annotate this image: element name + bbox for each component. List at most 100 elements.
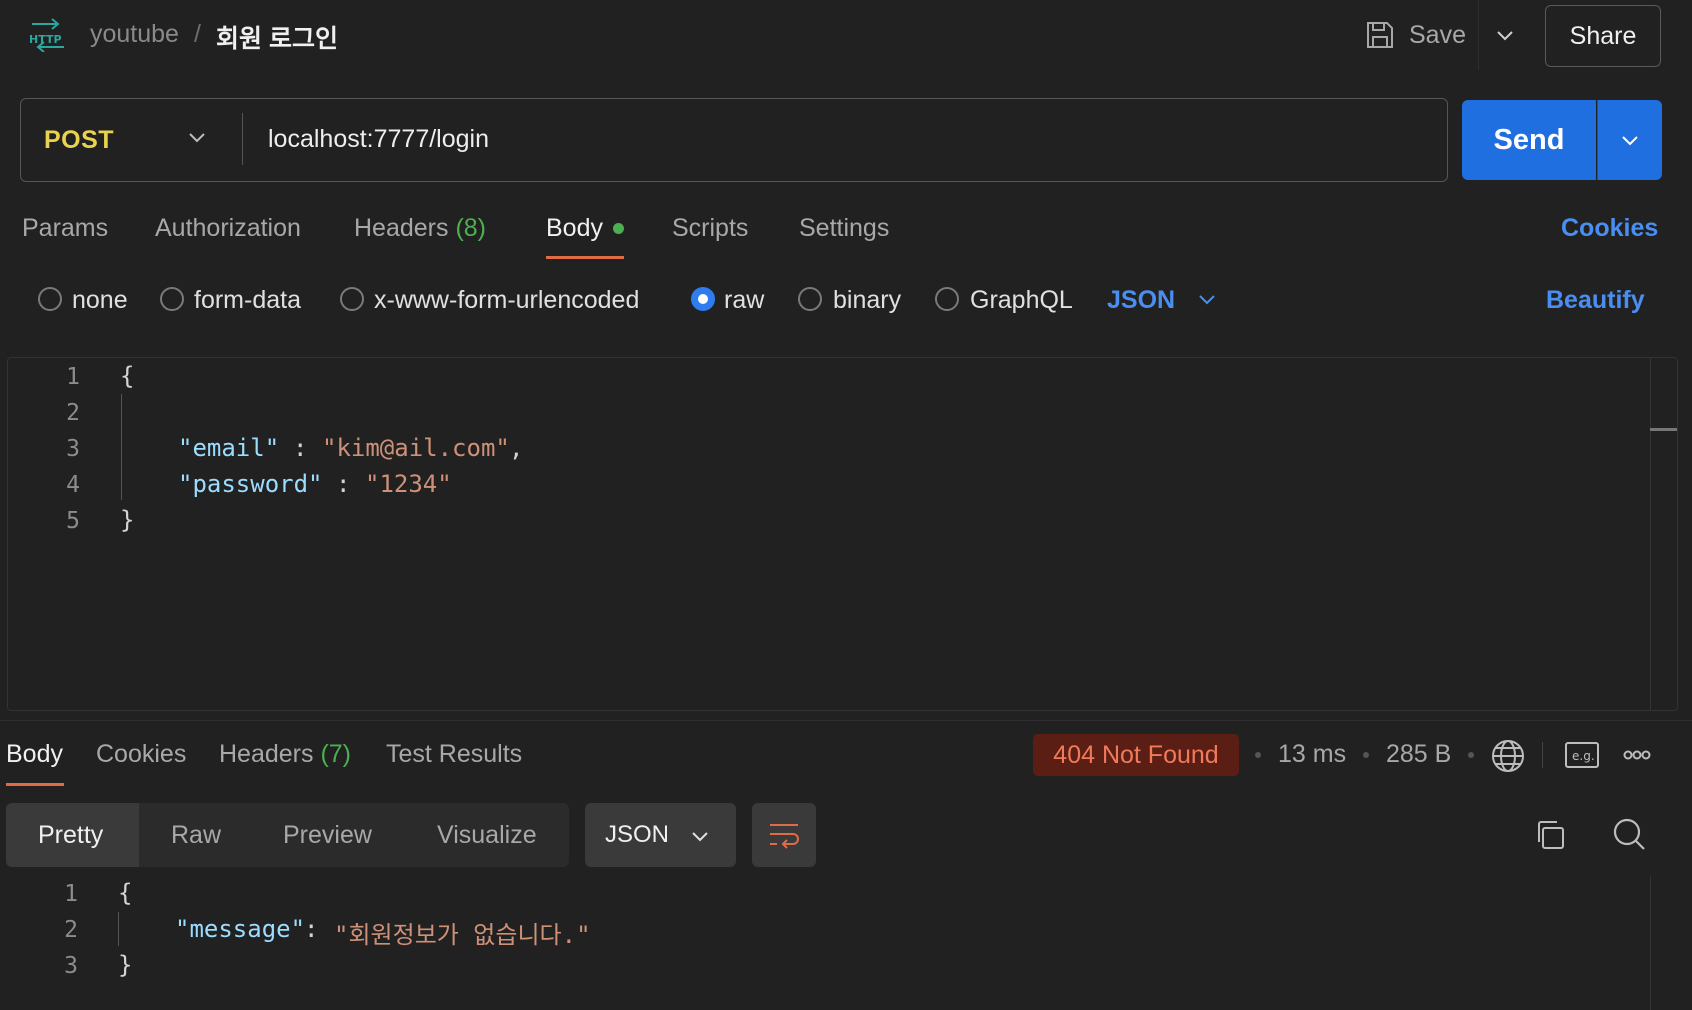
status-badge[interactable]: 404 Not Found xyxy=(1033,734,1239,776)
code-close-brace: } xyxy=(120,506,135,534)
send-options-button[interactable] xyxy=(1597,100,1662,180)
active-tab-indicator xyxy=(6,783,64,786)
tab-body[interactable]: Body xyxy=(546,214,603,243)
line-number: 1 xyxy=(64,881,78,907)
radio-form-data[interactable] xyxy=(160,287,184,311)
radio-urlencoded[interactable] xyxy=(340,287,364,311)
share-button[interactable]: Share xyxy=(1545,5,1661,67)
breadcrumb-collection[interactable]: youtube xyxy=(90,20,179,49)
response-headers-count: (7) xyxy=(320,740,352,768)
response-tab-body[interactable]: Body xyxy=(6,740,63,769)
tab-params[interactable]: Params xyxy=(22,214,108,243)
code-colon: : xyxy=(293,434,308,462)
body-modified-indicator xyxy=(613,223,624,234)
line-number: 3 xyxy=(66,436,80,462)
view-pretty[interactable]: Pretty xyxy=(38,821,103,850)
tab-settings[interactable]: Settings xyxy=(799,214,889,243)
code-open-brace: { xyxy=(120,362,135,390)
response-close-brace: } xyxy=(118,951,133,979)
response-format-label[interactable]: JSON xyxy=(605,821,669,849)
response-tab-headers[interactable]: Headers (7) xyxy=(219,740,351,769)
save-as-example-icon[interactable]: e.g. xyxy=(1564,741,1600,769)
line-number: 5 xyxy=(66,508,80,534)
chevron-down-icon[interactable] xyxy=(689,825,711,847)
tab-scripts[interactable]: Scripts xyxy=(672,214,748,243)
chevron-down-icon[interactable] xyxy=(186,126,208,148)
body-format-select[interactable]: JSON xyxy=(1107,286,1175,315)
response-time[interactable]: 13 ms xyxy=(1278,740,1346,769)
separator-dot xyxy=(1255,752,1261,758)
url-input[interactable]: localhost:7777/login xyxy=(268,125,489,154)
code-colon: : xyxy=(336,470,351,498)
radio-raw-label[interactable]: raw xyxy=(724,286,764,315)
radio-graphql-label[interactable]: GraphQL xyxy=(970,286,1073,315)
save-icon[interactable] xyxy=(1365,20,1395,50)
line-number: 2 xyxy=(64,917,78,943)
response-message-value: "회원정보가 없습니다." xyxy=(334,921,591,949)
response-message-key: "message" xyxy=(175,915,306,943)
cookies-link[interactable]: Cookies xyxy=(1561,214,1658,243)
method-select[interactable]: POST xyxy=(44,126,114,155)
line-number: 4 xyxy=(66,472,80,498)
chevron-down-icon xyxy=(1496,31,1513,41)
copy-icon[interactable] xyxy=(1533,818,1567,852)
line-number: 3 xyxy=(64,953,78,979)
svg-text:HTTP: HTTP xyxy=(29,33,62,46)
response-open-brace: { xyxy=(118,879,133,907)
radio-none-label[interactable]: none xyxy=(72,286,128,315)
editor-scroll-thumb[interactable] xyxy=(1650,428,1677,431)
toolbar-separator xyxy=(1542,742,1543,768)
code-password-key: "password" xyxy=(178,470,323,498)
code-email-value: "kim@ail.com" xyxy=(322,434,510,462)
tab-authorization[interactable]: Authorization xyxy=(155,214,301,243)
search-icon[interactable] xyxy=(1611,816,1647,852)
radio-binary-label[interactable]: binary xyxy=(833,286,901,315)
url-divider xyxy=(242,113,243,165)
separator-dot xyxy=(1468,752,1474,758)
globe-icon[interactable] xyxy=(1490,738,1526,774)
radio-graphql[interactable] xyxy=(935,287,959,311)
http-icon: HTTP xyxy=(29,18,64,52)
view-preview[interactable]: Preview xyxy=(283,821,372,850)
svg-text:e.g.: e.g. xyxy=(1572,749,1595,763)
response-tab-test-results[interactable]: Test Results xyxy=(386,740,522,769)
editor-scrollbar[interactable] xyxy=(1650,358,1651,710)
wrap-lines-icon xyxy=(770,824,799,849)
line-number: 2 xyxy=(66,400,80,426)
active-tab-indicator xyxy=(546,256,624,259)
breadcrumb-separator: / xyxy=(194,20,201,48)
line-number: 1 xyxy=(66,364,80,390)
code-email-key: "email" xyxy=(178,434,280,462)
response-scrollbar[interactable] xyxy=(1650,876,1651,1010)
radio-raw[interactable] xyxy=(691,287,715,311)
radio-binary[interactable] xyxy=(798,287,822,311)
indent-guide xyxy=(118,912,119,946)
code-comma: , xyxy=(509,434,524,462)
radio-urlencoded-label[interactable]: x-www-form-urlencoded xyxy=(374,286,639,315)
wrap-lines-button[interactable] xyxy=(752,803,816,867)
request-body-editor[interactable] xyxy=(7,357,1678,711)
view-visualize[interactable]: Visualize xyxy=(437,821,537,850)
response-size[interactable]: 285 B xyxy=(1386,740,1451,769)
send-button[interactable]: Send xyxy=(1462,100,1596,180)
url-bar xyxy=(20,98,1448,182)
response-tab-cookies[interactable]: Cookies xyxy=(96,740,186,769)
separator-dot xyxy=(1363,752,1369,758)
radio-form-data-label[interactable]: form-data xyxy=(194,286,301,315)
indent-guide xyxy=(121,394,122,500)
headers-count: (8) xyxy=(455,214,487,242)
response-tab-headers-label: Headers xyxy=(219,740,314,768)
save-options-button[interactable] xyxy=(1478,0,1530,70)
save-button[interactable]: Save xyxy=(1409,21,1466,50)
more-options-icon[interactable] xyxy=(1622,742,1652,768)
chevron-down-icon xyxy=(1622,136,1638,146)
tab-headers-label: Headers xyxy=(354,214,449,242)
response-colon: : xyxy=(304,915,319,943)
response-divider[interactable] xyxy=(0,720,1692,721)
chevron-down-icon[interactable] xyxy=(1196,288,1218,310)
beautify-button[interactable]: Beautify xyxy=(1546,286,1645,315)
view-raw[interactable]: Raw xyxy=(171,821,221,850)
radio-none[interactable] xyxy=(38,287,62,311)
tab-headers[interactable]: Headers (8) xyxy=(354,214,486,243)
request-name[interactable]: 회원 로그인 xyxy=(216,19,338,55)
